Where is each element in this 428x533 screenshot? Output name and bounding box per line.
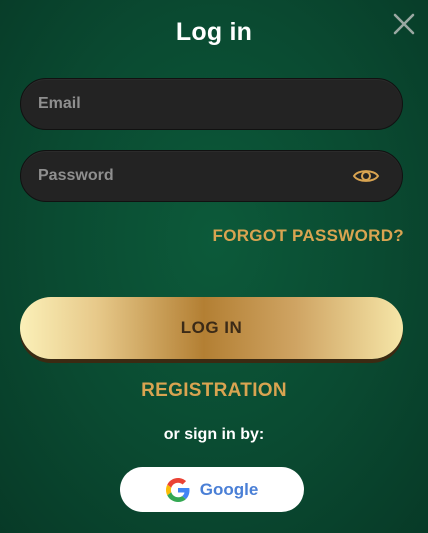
login-modal: Log in FORGOT PASSWORD? LOG IN REGISTRAT…: [0, 0, 428, 533]
registration-row: REGISTRATION: [0, 380, 428, 402]
email-field-wrapper: [20, 78, 403, 130]
social-prompt: or sign in by:: [163, 426, 265, 443]
page-title: Log in: [175, 18, 253, 46]
eye-icon: [352, 170, 380, 182]
forgot-password-link[interactable]: FORGOT PASSWORD?: [213, 226, 404, 246]
password-field-wrapper: [20, 150, 403, 202]
registration-link[interactable]: REGISTRATION: [141, 380, 287, 401]
login-button[interactable]: LOG IN: [20, 297, 403, 359]
google-label: Google: [199, 479, 259, 499]
password-input[interactable]: [21, 151, 350, 201]
password-visibility-toggle[interactable]: [350, 160, 382, 192]
google-icon: [165, 477, 190, 502]
google-signin-button[interactable]: Google: [120, 467, 304, 512]
email-input[interactable]: [21, 79, 402, 129]
